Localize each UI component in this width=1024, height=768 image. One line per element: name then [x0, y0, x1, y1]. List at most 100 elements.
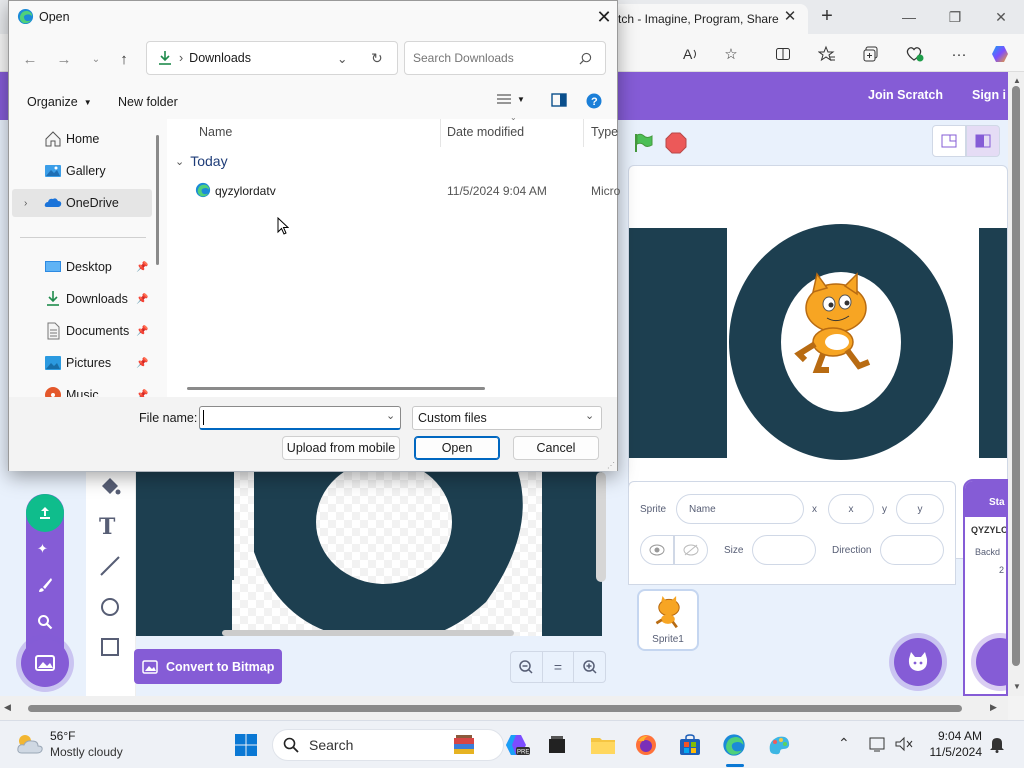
address-dropdown-icon[interactable]: ⌄ — [337, 51, 347, 66]
close-window-button[interactable]: ✕ — [988, 6, 1014, 28]
taskbar-search-box[interactable]: Search — [272, 729, 504, 761]
upload-from-mobile-button[interactable]: Upload from mobile — [282, 436, 400, 460]
convert-to-bitmap-button[interactable]: Convert to Bitmap — [134, 649, 282, 684]
clock-time[interactable]: 9:04 AM — [924, 729, 982, 743]
paint-icon[interactable] — [37, 577, 53, 593]
circle-tool-icon[interactable] — [99, 596, 121, 618]
large-stage-button[interactable] — [966, 125, 1000, 157]
weather-cloud-icon[interactable] — [14, 731, 46, 757]
direction-input[interactable] — [880, 535, 944, 565]
nav-item-home[interactable]: Home — [12, 125, 152, 153]
choose-costume-button[interactable] — [21, 639, 69, 687]
zoom-reset-icon[interactable]: = — [543, 652, 575, 682]
sign-in-link[interactable]: Sign i — [972, 88, 1006, 102]
group-header-today[interactable]: ⌄ Today — [175, 153, 228, 169]
new-folder-button[interactable]: New folder — [118, 95, 178, 109]
help-icon[interactable]: ? — [586, 93, 602, 109]
search-input[interactable]: Search Downloads — [404, 41, 606, 75]
refresh-icon[interactable]: ↻ — [371, 50, 383, 67]
hide-sprite-icon[interactable] — [674, 535, 708, 565]
choose-sprite-button[interactable] — [894, 638, 942, 686]
file-row[interactable]: qyzylordatv 11/5/2024 9:04 AM Micro — [167, 179, 620, 203]
nav-item-gallery[interactable]: Gallery — [12, 157, 152, 185]
line-tool-icon[interactable] — [99, 555, 121, 577]
search-costume-icon[interactable] — [37, 614, 53, 630]
canvas-scrollbar[interactable] — [596, 472, 606, 582]
paint-canvas[interactable] — [136, 472, 602, 636]
sprite1-thumbnail[interactable]: Sprite1 — [637, 589, 699, 651]
split-screen-icon[interactable] — [772, 43, 794, 65]
paint-app-icon[interactable] — [766, 733, 792, 757]
network-icon[interactable] — [868, 735, 888, 753]
browser-essentials-icon[interactable] — [904, 43, 926, 65]
x-input[interactable]: x — [828, 494, 874, 524]
nav-scrollbar[interactable] — [156, 135, 159, 265]
firefox-icon[interactable] — [634, 733, 660, 757]
cancel-button[interactable]: Cancel — [513, 436, 599, 460]
view-options-icon[interactable]: ▼ — [497, 93, 525, 105]
minimize-button[interactable]: — — [896, 6, 922, 28]
nav-item-desktop[interactable]: Desktop 📌 — [12, 253, 152, 281]
open-button[interactable]: Open — [414, 436, 500, 460]
page-horizontal-scrollbar[interactable]: ◀ ▶ — [0, 696, 1008, 720]
organize-menu[interactable]: Organize ▼ — [27, 95, 92, 109]
start-windows-icon[interactable] — [234, 733, 258, 757]
green-flag-icon[interactable] — [632, 132, 654, 154]
restore-button[interactable]: ❐ — [942, 6, 968, 28]
read-aloud-icon[interactable]: A — [680, 43, 702, 65]
microsoft-store-icon[interactable] — [678, 733, 704, 757]
sprite-name-input[interactable]: Name — [676, 494, 804, 524]
preview-pane-icon[interactable] — [551, 93, 567, 107]
text-tool-icon[interactable]: T — [99, 514, 115, 540]
fill-tool-icon[interactable] — [98, 474, 122, 498]
size-input[interactable] — [752, 535, 816, 565]
task-view-app-icon[interactable] — [545, 733, 571, 757]
copilot-preview-app-icon[interactable]: PRE — [504, 733, 530, 757]
nav-item-onedrive[interactable]: › OneDrive — [12, 189, 152, 217]
nav-item-documents[interactable]: Documents 📌 — [12, 317, 152, 345]
notification-bell-icon[interactable] — [988, 735, 1006, 753]
address-bar[interactable]: › Downloads ⌄ ↻ — [146, 41, 398, 75]
collections-icon[interactable] — [860, 43, 882, 65]
column-header-type[interactable]: Type — [591, 125, 618, 139]
file-type-filter[interactable]: Custom files ⌄ — [412, 406, 602, 430]
up-arrow-icon[interactable]: ↑ — [113, 48, 135, 70]
copilot-icon[interactable] — [990, 43, 1012, 65]
more-menu-icon[interactable]: ··· — [948, 43, 970, 65]
page-vertical-scrollbar[interactable]: ▲ ▼ — [1008, 72, 1024, 696]
back-arrow-icon[interactable]: ← — [19, 48, 41, 70]
show-hidden-icons-chevron[interactable]: ⌃ — [838, 735, 850, 752]
resize-grip-icon[interactable]: ⋰ — [607, 461, 615, 470]
stop-icon[interactable] — [665, 132, 687, 154]
favorite-star-icon[interactable]: ☆ — [720, 43, 742, 65]
surprise-icon[interactable]: ✦ — [37, 541, 48, 557]
join-scratch-link[interactable]: Join Scratch — [868, 88, 943, 102]
zoom-out-icon[interactable] — [511, 652, 543, 682]
tab-scratch[interactable]: tch - Imagine, Program, Share — [612, 4, 808, 34]
rectangle-tool-icon[interactable] — [99, 636, 121, 658]
column-header-name[interactable]: Name — [199, 125, 232, 139]
upload-costume-icon[interactable] — [26, 494, 64, 532]
file-name-dropdown-icon[interactable]: ⌄ — [386, 409, 395, 422]
speaker-muted-icon[interactable] — [894, 735, 914, 753]
column-header-date[interactable]: Date modified — [447, 125, 524, 139]
show-sprite-icon[interactable] — [640, 535, 674, 565]
file-list-scrollbar[interactable] — [187, 387, 485, 390]
dialog-close-button[interactable]: ✕ — [591, 5, 617, 29]
edge-taskbar-icon[interactable] — [722, 733, 748, 757]
recent-locations-icon[interactable]: ⌄ — [85, 48, 107, 70]
new-tab-button[interactable]: + — [816, 6, 838, 28]
nav-item-pictures[interactable]: Pictures 📌 — [12, 349, 152, 377]
file-explorer-icon[interactable] — [590, 733, 616, 757]
tab-close-button[interactable]: ✕ — [782, 9, 798, 25]
zoom-in-icon[interactable] — [574, 652, 605, 682]
clock-date[interactable]: 11/5/2024 — [918, 745, 983, 759]
nav-item-music[interactable]: Music 📌 — [12, 381, 152, 397]
favorites-icon[interactable] — [816, 43, 838, 65]
nav-item-downloads[interactable]: Downloads 📌 — [12, 285, 152, 313]
file-name-input[interactable]: ⌄ — [199, 406, 401, 430]
forward-arrow-icon[interactable]: → — [53, 48, 75, 70]
y-input[interactable]: y — [896, 494, 944, 524]
small-stage-button[interactable] — [932, 125, 966, 157]
expand-chevron-icon[interactable]: › — [24, 198, 27, 209]
